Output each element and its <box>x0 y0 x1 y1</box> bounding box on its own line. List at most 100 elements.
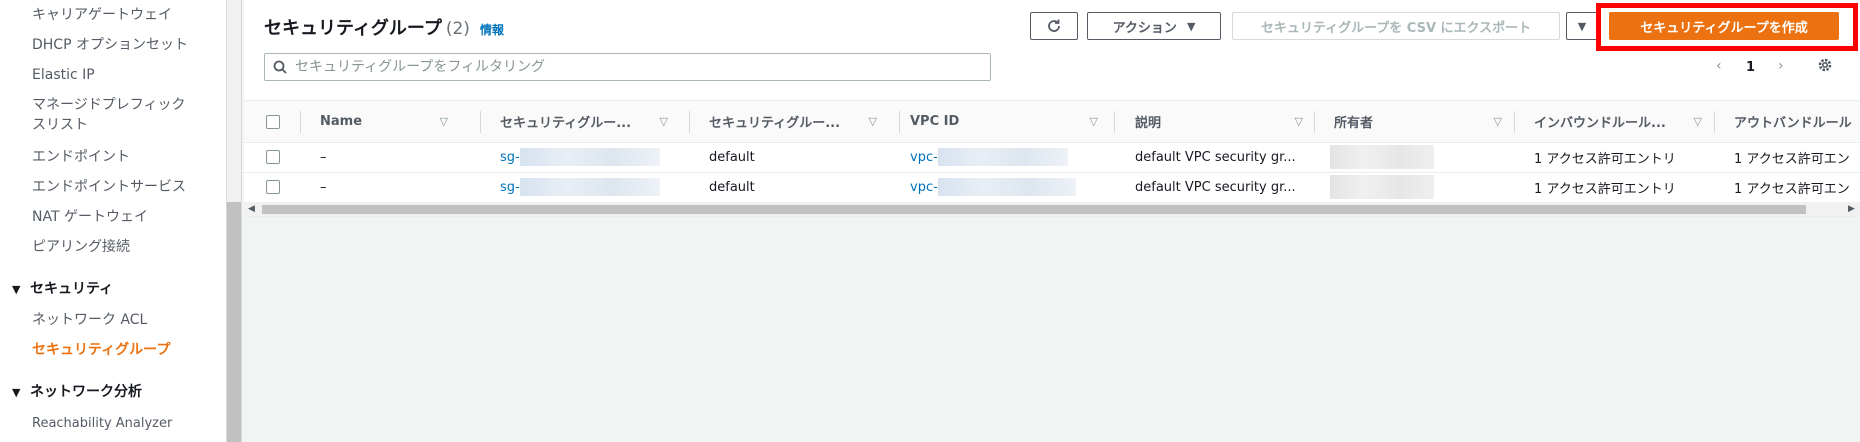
sidebar-section-label: セキュリティ <box>30 281 114 297</box>
caret-down-icon: ▼ <box>12 386 21 399</box>
refresh-icon <box>1048 19 1060 32</box>
export-dropdown-button[interactable]: ▼ <box>1566 12 1598 40</box>
cell-security-group-id[interactable]: sg- <box>500 172 680 202</box>
current-page-number[interactable]: 1 <box>1746 60 1755 75</box>
column-header-label: セキュリティグルー... <box>709 116 841 131</box>
column-header-label: セキュリティグルー... <box>500 116 632 131</box>
sidebar-item-network-acl[interactable]: ネットワーク ACL <box>32 310 147 330</box>
cell-security-group-name: default <box>709 149 755 165</box>
sidebar-item-dhcp-options[interactable]: DHCP オプションセット <box>32 35 188 55</box>
cell-name: – <box>320 179 327 195</box>
column-header-security-group-id[interactable]: セキュリティグルー... ▽ <box>500 101 680 142</box>
refresh-button[interactable] <box>1030 12 1078 40</box>
sidebar-item-carrier-gateway[interactable]: キャリアゲートウェイ <box>32 5 172 25</box>
caret-down-icon: ▼ <box>1577 19 1587 33</box>
sort-icon[interactable]: ▽ <box>1694 115 1702 128</box>
next-page-icon[interactable]: › <box>1778 58 1784 74</box>
column-header-outbound-rules[interactable]: アウトバンドルール <box>1734 101 1860 142</box>
sort-icon[interactable]: ▽ <box>1090 115 1098 128</box>
info-link[interactable]: 情報 <box>480 23 504 37</box>
table-row[interactable]: – sg- default vpc- default VPC security … <box>244 142 1860 173</box>
sidebar-section-label: ネットワーク分析 <box>30 384 142 400</box>
column-header-label: Name <box>320 114 363 129</box>
sidebar-section-security[interactable]: ▼ セキュリティ <box>12 279 113 300</box>
redacted-block <box>937 148 1068 166</box>
sort-icon[interactable]: ▽ <box>440 115 448 128</box>
filter-search-box[interactable] <box>264 53 991 81</box>
vpc-id-link[interactable]: vpc- <box>910 180 938 195</box>
row-checkbox[interactable] <box>266 150 280 164</box>
cell-name: – <box>320 149 327 165</box>
scroll-right-icon[interactable]: ▶ <box>1848 202 1855 216</box>
column-header-name[interactable]: Name ▽ <box>320 101 460 142</box>
sidebar-item-label-line1: マネージドプレフィック <box>32 97 186 113</box>
group-count: (2) <box>445 19 470 39</box>
filter-search-input[interactable] <box>295 59 975 75</box>
row-checkbox-cell[interactable] <box>266 142 286 172</box>
cell-vpc-id[interactable]: vpc- <box>910 142 1110 172</box>
column-header-vpc-id[interactable]: VPC ID ▽ <box>910 101 1110 142</box>
table-header: Name ▽ セキュリティグルー... ▽ セキュリティグルー... ▽ VPC ID… <box>244 100 1860 143</box>
column-header-label: 説明 <box>1135 116 1162 131</box>
column-header-label: アウトバンドルール <box>1734 116 1852 131</box>
select-all-checkbox[interactable] <box>266 114 280 129</box>
actions-button[interactable]: アクション ▼ <box>1087 12 1221 40</box>
cell-inbound-rules: 1 アクセス許可エントリ <box>1534 151 1676 167</box>
redacted-block <box>937 178 1076 196</box>
sort-icon[interactable]: ▽ <box>660 115 668 128</box>
cell-owner <box>1330 172 1510 202</box>
sidebar-item-endpoints[interactable]: エンドポイント <box>32 147 130 167</box>
highlight-box <box>1596 3 1858 51</box>
column-header-label: インバウンドルール... <box>1534 116 1666 131</box>
column-header-label: 所有者 <box>1334 116 1374 131</box>
sidebar-item-nat-gateway[interactable]: NAT ゲートウェイ <box>32 207 148 227</box>
caret-down-icon: ▼ <box>1186 19 1196 33</box>
select-all-checkbox-cell[interactable] <box>266 101 286 142</box>
sidebar-item-peering-connections[interactable]: ピアリング接続 <box>32 237 130 257</box>
redacted-block <box>1330 175 1434 199</box>
column-header-owner[interactable]: 所有者 ▽ <box>1334 101 1514 142</box>
actions-label: アクション <box>1112 20 1177 36</box>
security-group-id-link[interactable]: sg- <box>500 150 520 165</box>
sort-icon[interactable]: ▽ <box>1494 115 1502 128</box>
export-csv-button[interactable]: セキュリティグループを CSV にエクスポート <box>1232 12 1560 40</box>
redacted-block <box>519 178 660 196</box>
cell-outbound-rules: 1 アクセス許可エン <box>1734 181 1850 197</box>
cell-description: default VPC security gr... <box>1135 149 1296 165</box>
cell-security-group-id[interactable]: sg- <box>500 142 680 172</box>
column-header-inbound-rules[interactable]: インバウンドルール... ▽ <box>1534 101 1714 142</box>
sidebar-item-security-groups[interactable]: セキュリティグループ <box>32 340 170 360</box>
cell-vpc-id[interactable]: vpc- <box>910 172 1110 202</box>
redacted-block <box>519 148 660 166</box>
cell-inbound-rules: 1 アクセス許可エントリ <box>1534 181 1676 197</box>
sidebar-item-elastic-ip[interactable]: Elastic IP <box>32 65 95 85</box>
horizontal-scrollbar-thumb[interactable] <box>262 205 1806 214</box>
column-header-security-group-name[interactable]: セキュリティグルー... ▽ <box>709 101 889 142</box>
search-icon <box>265 60 295 74</box>
row-checkbox[interactable] <box>266 180 280 194</box>
redacted-block <box>1330 145 1434 169</box>
table-row[interactable]: – sg- default vpc- default VPC security … <box>244 172 1860 203</box>
sidebar-item-reachability-analyzer[interactable]: Reachability Analyzer <box>32 414 172 434</box>
sidebar-scrollbar-thumb[interactable] <box>227 202 241 442</box>
sidebar-section-network-analysis[interactable]: ▼ ネットワーク分析 <box>12 382 142 403</box>
sort-icon[interactable]: ▽ <box>869 115 877 128</box>
cell-description: default VPC security gr... <box>1135 179 1296 195</box>
sort-icon[interactable]: ▽ <box>1295 115 1303 128</box>
scroll-left-icon[interactable]: ◀ <box>248 202 255 216</box>
column-header-description[interactable]: 説明 ▽ <box>1135 101 1315 142</box>
row-checkbox-cell[interactable] <box>266 172 286 202</box>
cell-security-group-name: default <box>709 179 755 195</box>
cell-owner <box>1330 142 1510 172</box>
settings-gear-icon[interactable] <box>1816 56 1834 78</box>
prev-page-icon[interactable]: ‹ <box>1716 58 1722 74</box>
caret-down-icon: ▼ <box>12 283 21 296</box>
table-horizontal-scrollbar[interactable]: ◀ ▶ <box>244 202 1860 216</box>
column-header-label: VPC ID <box>910 114 960 129</box>
sidebar-item-endpoint-services[interactable]: エンドポイントサービス <box>32 177 186 197</box>
cell-outbound-rules: 1 アクセス許可エン <box>1734 151 1850 167</box>
sidebar-item-managed-prefix-list[interactable]: マネージドプレフィック スリスト <box>32 95 185 135</box>
vpc-id-link[interactable]: vpc- <box>910 150 938 165</box>
sidebar-item-label-line2: スリスト <box>32 117 88 133</box>
security-group-id-link[interactable]: sg- <box>500 180 520 195</box>
